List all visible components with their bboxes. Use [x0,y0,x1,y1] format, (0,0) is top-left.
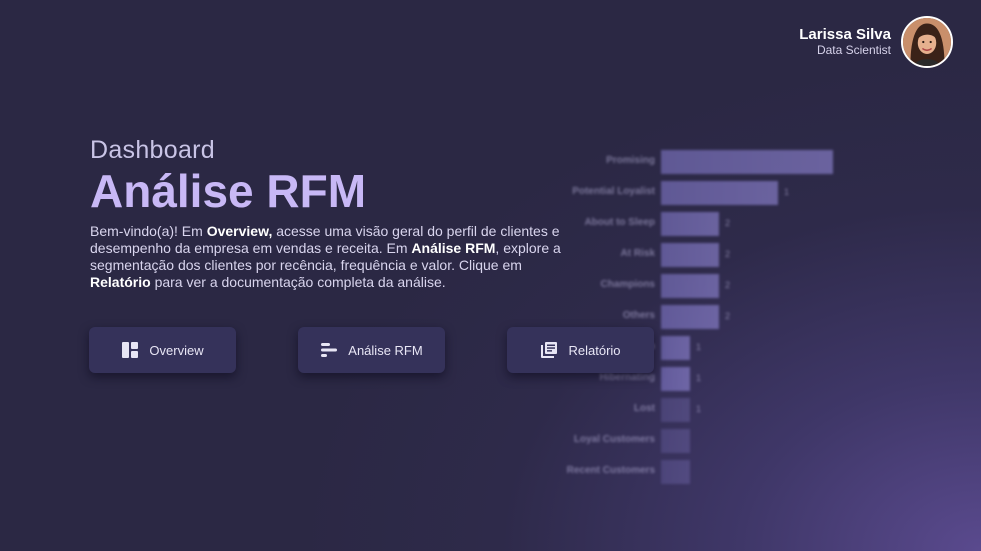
chart-bar [661,150,833,174]
overview-button[interactable]: Overview [89,327,236,373]
chart-category-label: Recent Customers [566,465,655,476]
chart-value-label: 2 [725,280,731,290]
chart-category-label: At Risk [620,248,655,259]
chart-row: Champions 2 [560,274,860,298]
chart-bar [661,460,690,484]
chart-value-label: 1 [696,342,702,352]
chart-value-label: 2 [725,311,731,321]
chart-category-label: Loyal Customers [573,434,655,445]
chart-bar [661,243,719,267]
desc-bold-overview: Overview, [206,223,273,240]
chart-row: At Risk 2 [560,243,860,267]
chart-value-label: 1 [696,373,702,383]
chart-row: Others 2 [560,305,860,329]
report-button-label: Relatório [568,342,621,358]
chart-value-label: 1 [696,404,702,414]
chart-bar [661,367,690,391]
chart-value-label: 1 [784,187,790,197]
page-eyebrow: Dashboard [90,136,216,164]
chart-row: Recent Customers [560,460,860,484]
report-button[interactable]: Relatório [507,327,654,373]
user-role: Data Scientist [816,42,891,57]
desc-bold-rfm: Análise RFM [411,240,496,257]
background-segment-chart: Promising Potential Loyalist 1 About to Sle… [560,150,860,490]
chart-category-label: About to Sleep [584,217,655,228]
dashboard-layout-icon [122,342,139,358]
user-profile[interactable]: Larissa Silva Data Scientist [799,16,953,68]
user-name: Larissa Silva [799,26,891,44]
desc-text-4: para ver a documentação completa da anál… [150,274,446,291]
chart-bar [661,212,719,236]
chart-bar [661,181,778,205]
chart-row: Potential Loyalist 1 [560,181,860,205]
chart-category-label: Hibernating [599,372,655,383]
chart-row: Loyal Customers [560,429,860,453]
chart-category-label: Lost [633,403,655,414]
rfm-analysis-button-label: Análise RFM [348,342,423,358]
chart-category-label: Others [622,310,655,321]
chart-row: About to Sleep 2 [560,212,860,236]
chart-bar [661,274,719,298]
overview-button-label: Overview [149,342,204,358]
chart-category-label: Promising [606,155,655,166]
chart-bar [661,398,690,422]
chart-bar [661,429,690,453]
chart-row: Lost 1 [560,398,860,422]
chart-row: Promising [560,150,860,174]
chart-value-label: 2 [725,249,731,259]
page-title: Análise RFM [90,165,367,217]
rfm-analysis-button[interactable]: Análise RFM [298,327,445,373]
chart-value-label: 2 [725,218,731,228]
chart-bar [661,336,690,360]
welcome-description: Bem-vindo(a)! Em Overview, acesse uma vi… [90,223,585,291]
chart-bar [661,305,719,329]
bar-chart-horizontal-icon [321,343,338,357]
desc-text-1: Bem-vindo(a)! Em [90,223,207,240]
chart-category-label: Champions [600,279,655,290]
user-info: Larissa Silva Data Scientist [799,27,891,57]
library-books-icon [541,342,558,358]
desc-bold-report: Relatório [90,274,151,291]
hero-section: Dashboard Análise RFM Bem-vindo(a)! Em O… [90,136,590,291]
avatar[interactable] [901,16,953,68]
avatar-portrait-icon [903,18,951,66]
